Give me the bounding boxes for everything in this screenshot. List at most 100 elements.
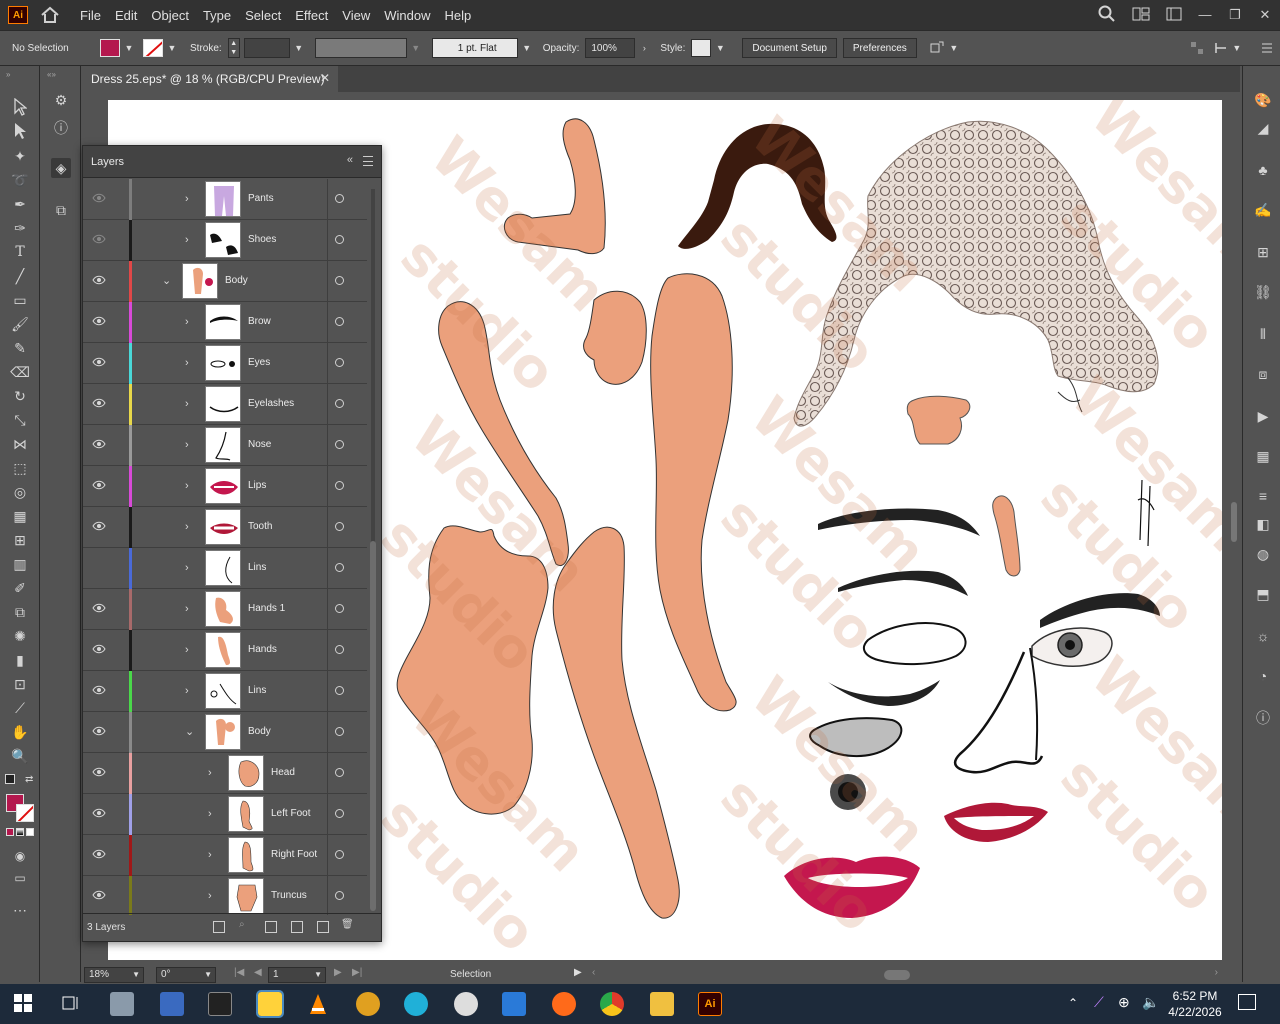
volume-icon[interactable]: 🔈 — [1142, 994, 1159, 1011]
layer-row[interactable]: › Lips — [83, 466, 367, 507]
visibility-eye-icon[interactable] — [92, 439, 106, 449]
chevron-right-icon[interactable]: › — [185, 397, 195, 411]
draw-mode-icon[interactable]: ◉ — [10, 846, 30, 866]
app-icon-4[interactable] — [454, 992, 478, 1016]
layer-name[interactable]: Shoes — [248, 234, 276, 245]
layer-row[interactable]: › Left Foot — [83, 794, 367, 835]
target-circle-icon[interactable] — [335, 768, 344, 777]
layer-name[interactable]: Head — [271, 767, 295, 778]
target-circle-icon[interactable] — [335, 276, 344, 285]
locate-object-icon[interactable]: ⌕ — [239, 919, 245, 930]
symbols-icon[interactable]: ♣ — [1253, 160, 1273, 180]
panel-menu-icon[interactable] — [1261, 42, 1273, 54]
visibility-eye-icon[interactable] — [92, 275, 106, 285]
panel-menu-icon[interactable] — [363, 156, 373, 166]
layers-icon[interactable]: ◈ — [51, 158, 71, 178]
delete-icon[interactable]: 🗑 — [341, 919, 354, 930]
layer-row[interactable]: ⌄ Body — [83, 261, 367, 302]
swatches-icon[interactable]: ▦ — [1253, 446, 1273, 466]
transparency-icon[interactable]: ◧ — [1253, 514, 1273, 534]
type-tool-icon[interactable]: T — [10, 242, 30, 262]
layer-name[interactable]: Brow — [248, 316, 271, 327]
stroke-swatch[interactable] — [143, 39, 163, 57]
create-sublayer-icon[interactable] — [291, 921, 303, 933]
zoom-tool-icon[interactable]: 🔍 — [10, 746, 30, 766]
layer-name[interactable]: Nose — [248, 439, 271, 450]
gradient-tool-icon[interactable]: ▥ — [10, 554, 30, 574]
chrome-icon[interactable] — [600, 992, 624, 1016]
visibility-eye-icon[interactable] — [92, 480, 106, 490]
layer-name[interactable]: Pants — [248, 193, 274, 204]
layer-row[interactable]: › Tooth — [83, 507, 367, 548]
pathfinder-icon[interactable]: ⧈ — [1253, 364, 1273, 384]
layer-row[interactable]: › Shoes — [83, 220, 367, 261]
layer-row[interactable]: › Nose — [83, 425, 367, 466]
target-circle-icon[interactable] — [335, 563, 344, 572]
menu-window[interactable]: Window — [384, 8, 430, 23]
chevron-down-icon[interactable]: ▼ — [293, 43, 305, 53]
artboard-tool-icon[interactable]: ⊡ — [10, 674, 30, 694]
visibility-eye-icon[interactable] — [92, 726, 106, 736]
target-circle-icon[interactable] — [335, 399, 344, 408]
chevron-down-icon[interactable]: ▼ — [166, 43, 178, 53]
layer-name[interactable]: Right Foot — [271, 849, 317, 860]
close-window-icon[interactable]: ✕ — [1258, 8, 1272, 22]
target-circle-icon[interactable] — [335, 358, 344, 367]
layer-row[interactable]: ⌄ Body — [83, 712, 367, 753]
eyedropper-tool-icon[interactable]: ✐ — [10, 578, 30, 598]
shaper-tool-icon[interactable]: ✎ — [10, 338, 30, 358]
layer-name[interactable]: Left Foot — [271, 808, 310, 819]
layer-row[interactable]: › Pants — [83, 179, 367, 220]
active-app-icon[interactable] — [256, 990, 284, 1018]
show-hidden-icons[interactable]: ⌃ — [1068, 996, 1078, 1010]
menu-type[interactable]: Type — [203, 8, 231, 23]
visibility-eye-icon[interactable] — [92, 316, 106, 326]
minimize-icon[interactable]: — — [1198, 8, 1212, 22]
target-circle-icon[interactable] — [335, 440, 344, 449]
layer-name[interactable]: Hands 1 — [248, 603, 285, 614]
menu-view[interactable]: View — [342, 8, 370, 23]
edit-toolbar-icon[interactable]: ⋯ — [10, 900, 30, 920]
brushes-icon[interactable]: ✍ — [1253, 200, 1273, 220]
menu-object[interactable]: Object — [151, 8, 189, 23]
target-circle-icon[interactable] — [335, 686, 344, 695]
chevron-down-icon[interactable]: ⌄ — [162, 274, 172, 288]
toolbar-collapse-icon[interactable]: » — [6, 70, 10, 79]
illustrator-taskbar-icon[interactable]: Ai — [698, 992, 722, 1016]
target-circle-icon[interactable] — [335, 850, 344, 859]
graphic-style-swatch[interactable] — [691, 39, 712, 57]
fill-swatch[interactable] — [100, 39, 120, 57]
menu-file[interactable]: File — [80, 8, 101, 23]
chevron-right-icon[interactable]: › — [208, 848, 218, 862]
visibility-eye-icon[interactable] — [92, 644, 106, 654]
layer-row[interactable]: › Truncus — [83, 876, 367, 915]
properties-icon[interactable]: ⚙ — [51, 90, 71, 110]
chevron-right-icon[interactable]: › — [185, 479, 195, 493]
stroke-weight-input[interactable] — [243, 38, 290, 58]
visibility-eye-icon[interactable] — [92, 357, 106, 367]
visibility-eye-icon[interactable] — [92, 849, 106, 859]
clock[interactable]: 6:52 PM 4/22/2026 — [1160, 988, 1230, 1020]
layers-scrollbar[interactable] — [368, 181, 378, 915]
target-circle-icon[interactable] — [335, 891, 344, 900]
vertical-scrollbar[interactable] — [1228, 92, 1240, 964]
first-artboard-icon[interactable]: |◀ — [234, 967, 244, 978]
visibility-eye-icon[interactable] — [92, 398, 106, 408]
chevron-right-icon[interactable]: › — [185, 520, 195, 534]
lasso-tool-icon[interactable]: ➰ — [10, 170, 30, 190]
screen-mode-icon[interactable]: ▭ — [10, 868, 30, 888]
restore-icon[interactable]: ❐ — [1228, 8, 1242, 22]
search-icon[interactable] — [1098, 5, 1116, 26]
visibility-eye-icon[interactable] — [92, 767, 106, 777]
asset-export-icon[interactable]: ⬒ — [1253, 584, 1273, 604]
target-circle-icon[interactable] — [335, 481, 344, 490]
menu-edit[interactable]: Edit — [115, 8, 137, 23]
rectangle-tool-icon[interactable]: ▭ — [10, 290, 30, 310]
layer-row[interactable]: › Hands — [83, 630, 367, 671]
layer-row[interactable]: › Eyes — [83, 343, 367, 384]
visibility-eye-icon[interactable] — [92, 685, 106, 695]
chevron-right-icon[interactable]: › — [638, 43, 650, 53]
chevron-down-icon[interactable]: ▼ — [1231, 43, 1243, 53]
vlc-icon[interactable] — [306, 992, 330, 1016]
hand-tool-icon[interactable]: ✋ — [10, 722, 30, 742]
